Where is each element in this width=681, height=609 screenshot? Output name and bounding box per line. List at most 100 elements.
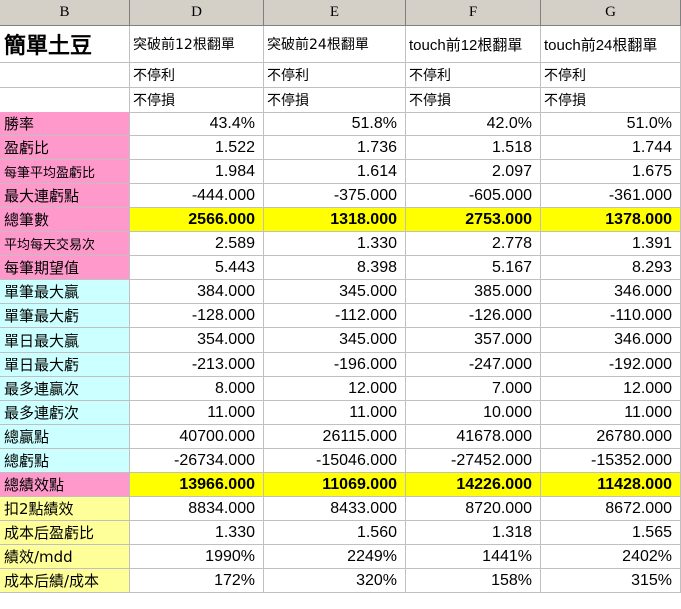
metric-value[interactable]: 346.000 bbox=[541, 280, 681, 304]
metric-value[interactable]: 385.000 bbox=[406, 280, 541, 304]
metric-value[interactable]: 5.443 bbox=[130, 256, 264, 280]
metric-value[interactable]: 26115.000 bbox=[264, 425, 406, 449]
metric-value[interactable]: 11.000 bbox=[264, 401, 406, 425]
metric-label[interactable]: 單筆最大虧 bbox=[0, 304, 130, 328]
metric-value[interactable]: 1.518 bbox=[406, 136, 541, 160]
condition-cell[interactable]: 不停損 bbox=[130, 88, 264, 113]
metric-label[interactable]: 績效/mdd bbox=[0, 545, 130, 569]
metric-value[interactable]: 158% bbox=[406, 569, 541, 593]
condition-cell[interactable]: 不停損 bbox=[541, 88, 681, 113]
metric-label[interactable]: 成本后盈虧比 bbox=[0, 521, 130, 545]
metric-value[interactable]: 2.778 bbox=[406, 232, 541, 256]
metric-value[interactable]: -110.000 bbox=[541, 304, 681, 328]
metric-value[interactable]: -126.000 bbox=[406, 304, 541, 328]
metric-label[interactable]: 單筆最大贏 bbox=[0, 280, 130, 304]
metric-value[interactable]: 1.330 bbox=[264, 232, 406, 256]
metric-label[interactable]: 最多連贏次 bbox=[0, 377, 130, 401]
metric-value[interactable]: 1441% bbox=[406, 545, 541, 569]
metric-label[interactable]: 最大連虧點 bbox=[0, 184, 130, 208]
metric-label[interactable]: 單日最大贏 bbox=[0, 328, 130, 353]
column-header-e[interactable]: E bbox=[264, 0, 406, 25]
metric-value[interactable]: 12.000 bbox=[264, 377, 406, 401]
metric-value[interactable]: 1.736 bbox=[264, 136, 406, 160]
metric-value[interactable]: 10.000 bbox=[406, 401, 541, 425]
condition-cell[interactable]: 不停利 bbox=[130, 63, 264, 88]
metric-value[interactable]: 1.675 bbox=[541, 160, 681, 184]
metric-label[interactable]: 總贏點 bbox=[0, 425, 130, 449]
metric-value[interactable]: 8720.000 bbox=[406, 497, 541, 521]
metric-value[interactable]: 41678.000 bbox=[406, 425, 541, 449]
metric-value[interactable]: -27452.000 bbox=[406, 449, 541, 473]
metric-value[interactable]: 14226.000 bbox=[406, 473, 541, 497]
metric-value[interactable]: 43.4% bbox=[130, 112, 264, 136]
metric-value[interactable]: 26780.000 bbox=[541, 425, 681, 449]
metric-value[interactable]: -247.000 bbox=[406, 353, 541, 377]
metric-value[interactable]: 1378.000 bbox=[541, 208, 681, 232]
metric-value[interactable]: 11069.000 bbox=[264, 473, 406, 497]
metric-value[interactable]: 354.000 bbox=[130, 328, 264, 353]
metric-value[interactable]: 2566.000 bbox=[130, 208, 264, 232]
metric-value[interactable]: 1.984 bbox=[130, 160, 264, 184]
metric-value[interactable]: -361.000 bbox=[541, 184, 681, 208]
metric-value[interactable]: 1.391 bbox=[541, 232, 681, 256]
metric-value[interactable]: 1990% bbox=[130, 545, 264, 569]
strategy-header[interactable]: touch前24根翻單 bbox=[541, 26, 681, 63]
metric-value[interactable]: 42.0% bbox=[406, 112, 541, 136]
metric-value[interactable]: 8.000 bbox=[130, 377, 264, 401]
condition-cell[interactable]: 不停損 bbox=[264, 88, 406, 113]
metric-value[interactable]: 8672.000 bbox=[541, 497, 681, 521]
metric-value[interactable]: 1.330 bbox=[130, 521, 264, 545]
metric-value[interactable]: -375.000 bbox=[264, 184, 406, 208]
metric-label[interactable]: 單日最大虧 bbox=[0, 353, 130, 377]
metric-value[interactable]: 8433.000 bbox=[264, 497, 406, 521]
column-header-f[interactable]: F bbox=[406, 0, 541, 25]
metric-value[interactable]: 1318.000 bbox=[264, 208, 406, 232]
metric-value[interactable]: 12.000 bbox=[541, 377, 681, 401]
metric-value[interactable]: 2402% bbox=[541, 545, 681, 569]
metric-label[interactable]: 扣2點績效 bbox=[0, 497, 130, 521]
condition-cell[interactable]: 不停利 bbox=[406, 63, 541, 88]
metric-value[interactable]: -26734.000 bbox=[130, 449, 264, 473]
metric-value[interactable]: 2753.000 bbox=[406, 208, 541, 232]
metric-label[interactable]: 最多連虧次 bbox=[0, 401, 130, 425]
metric-value[interactable]: -605.000 bbox=[406, 184, 541, 208]
metric-label[interactable]: 總筆數 bbox=[0, 208, 130, 232]
condition-cell[interactable]: 不停利 bbox=[264, 63, 406, 88]
metric-label[interactable]: 每筆期望值 bbox=[0, 256, 130, 280]
metric-label[interactable]: 總績效點 bbox=[0, 473, 130, 497]
metric-value[interactable]: 11.000 bbox=[130, 401, 264, 425]
metric-value[interactable]: 8.293 bbox=[541, 256, 681, 280]
column-header-d[interactable]: D bbox=[130, 0, 264, 25]
column-header-g[interactable]: G bbox=[541, 0, 681, 25]
condition-cell[interactable]: 不停損 bbox=[406, 88, 541, 113]
metric-value[interactable]: 1.565 bbox=[541, 521, 681, 545]
metric-value[interactable]: 384.000 bbox=[130, 280, 264, 304]
metric-value[interactable]: 5.167 bbox=[406, 256, 541, 280]
sheet-title[interactable]: 簡單土豆 bbox=[0, 26, 130, 63]
metric-value[interactable]: -213.000 bbox=[130, 353, 264, 377]
metric-label[interactable]: 每筆平均盈虧比 bbox=[0, 160, 130, 184]
metric-value[interactable]: 1.744 bbox=[541, 136, 681, 160]
metric-value[interactable]: 11.000 bbox=[541, 401, 681, 425]
metric-value[interactable]: 1.560 bbox=[264, 521, 406, 545]
strategy-header[interactable]: 突破前12根翻單 bbox=[130, 26, 264, 63]
metric-value[interactable]: 8834.000 bbox=[130, 497, 264, 521]
metric-value[interactable]: 320% bbox=[264, 569, 406, 593]
metric-value[interactable]: 345.000 bbox=[264, 280, 406, 304]
metric-value[interactable]: 346.000 bbox=[541, 328, 681, 353]
metric-value[interactable]: 7.000 bbox=[406, 377, 541, 401]
metric-value[interactable]: 172% bbox=[130, 569, 264, 593]
metric-value[interactable]: 2249% bbox=[264, 545, 406, 569]
metric-label[interactable]: 總虧點 bbox=[0, 449, 130, 473]
metric-value[interactable]: 1.318 bbox=[406, 521, 541, 545]
blank-label-cell[interactable] bbox=[0, 88, 130, 113]
metric-value[interactable]: 357.000 bbox=[406, 328, 541, 353]
metric-value[interactable]: 51.0% bbox=[541, 112, 681, 136]
metric-value[interactable]: 1.522 bbox=[130, 136, 264, 160]
column-header-b[interactable]: B bbox=[0, 0, 130, 25]
metric-value[interactable]: -112.000 bbox=[264, 304, 406, 328]
metric-value[interactable]: 13966.000 bbox=[130, 473, 264, 497]
metric-label[interactable]: 成本后績/成本 bbox=[0, 569, 130, 593]
metric-label[interactable]: 盈虧比 bbox=[0, 136, 130, 160]
metric-value[interactable]: 345.000 bbox=[264, 328, 406, 353]
